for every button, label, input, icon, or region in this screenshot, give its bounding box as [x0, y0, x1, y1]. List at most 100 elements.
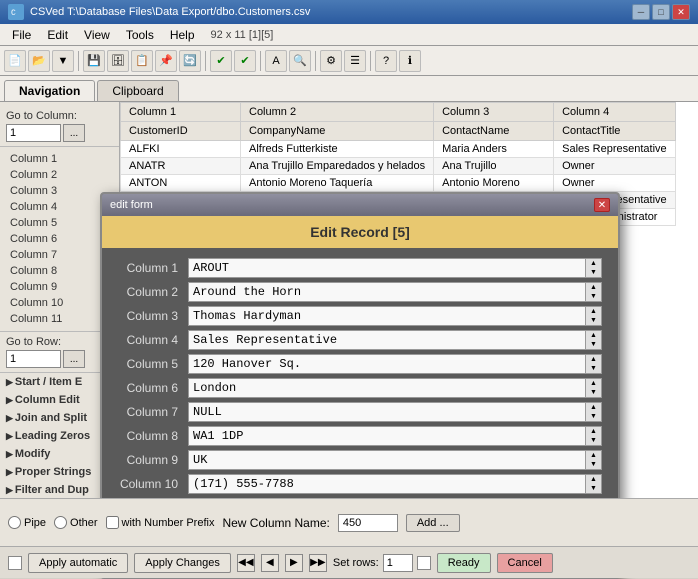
cell-1-4: Sales Representative — [554, 141, 676, 158]
menu-edit[interactable]: Edit — [39, 26, 76, 44]
edit-spin-9[interactable]: ▲▼ — [586, 450, 602, 470]
goto-column-input-row: ... — [6, 124, 113, 142]
window-title: CSVed T:\Database Files\Data Export/dbo.… — [30, 6, 632, 18]
help-button[interactable]: ? — [375, 50, 397, 72]
edit-input-wrap-2: ▲▼ — [188, 282, 602, 302]
status-nav-first[interactable]: ◀◀ — [237, 554, 255, 572]
save2-button[interactable]: 🗄 — [107, 50, 129, 72]
edit-spin-6[interactable]: ▲▼ — [586, 378, 602, 398]
goto-column-input[interactable] — [6, 124, 61, 142]
edit-spin-2[interactable]: ▲▼ — [586, 282, 602, 302]
row-header-2: CompanyName — [241, 122, 434, 141]
edit-spin-7[interactable]: ▲▼ — [586, 402, 602, 422]
edit-label-10: Column 10 — [118, 477, 188, 491]
new-column-name-label: New Column Name: — [222, 516, 329, 530]
status-ready-button[interactable]: Ready — [437, 553, 491, 573]
edit-spin-10[interactable]: ▲▼ — [586, 474, 602, 494]
goto-row-input-row: ... — [6, 350, 113, 368]
status-set-rows-checkbox[interactable] — [417, 556, 431, 570]
tab-navigation[interactable]: Navigation — [4, 80, 95, 101]
status-nav-last[interactable]: ▶▶ — [309, 554, 327, 572]
list-button[interactable]: ☰ — [344, 50, 366, 72]
search-button[interactable]: 🔍 — [289, 50, 311, 72]
row-header-1: CustomerID — [121, 122, 241, 141]
copy-button[interactable]: 📋 — [131, 50, 153, 72]
menu-view[interactable]: View — [76, 26, 118, 44]
minimize-button[interactable]: ─ — [632, 4, 650, 20]
new-button[interactable]: 📄 — [4, 50, 26, 72]
col-header-3[interactable]: Column 3 — [434, 103, 554, 122]
edit-input-2[interactable] — [188, 282, 586, 302]
edit-input-6[interactable] — [188, 378, 586, 398]
edit-spin-5[interactable]: ▲▼ — [586, 354, 602, 374]
check-button[interactable]: ✔ — [210, 50, 232, 72]
column-list-item-2[interactable]: Column 2 — [0, 167, 119, 183]
menu-file[interactable]: File — [4, 26, 39, 44]
menu-help[interactable]: Help — [162, 26, 203, 44]
row-header-4: ContactTitle — [554, 122, 676, 141]
edit-input-9[interactable] — [188, 450, 586, 470]
pipe-radio[interactable] — [8, 516, 21, 529]
other-label: Other — [70, 517, 98, 529]
status-nav-next[interactable]: ▶ — [285, 554, 303, 572]
status-apply-changes-button[interactable]: Apply Changes — [134, 553, 231, 573]
close-button[interactable]: ✕ — [672, 4, 690, 20]
goto-column-button[interactable]: ... — [63, 124, 85, 142]
section-col-edit-label: Column Edit — [15, 394, 80, 406]
edit-label-2: Column 2 — [118, 285, 188, 299]
goto-row-button[interactable]: ... — [63, 350, 85, 368]
status-cancel-button[interactable]: Cancel — [497, 553, 553, 573]
status-set-rows-input[interactable] — [383, 554, 413, 572]
format-button[interactable]: A — [265, 50, 287, 72]
edit-input-7[interactable] — [188, 402, 586, 422]
edit-input-8[interactable] — [188, 426, 586, 446]
col-header-4[interactable]: Column 4 — [554, 103, 676, 122]
status-set-rows-label: Set rows: — [333, 557, 379, 569]
maximize-button[interactable]: □ — [652, 4, 670, 20]
edit-input-5[interactable] — [188, 354, 586, 374]
menu-tools[interactable]: Tools — [118, 26, 162, 44]
edit-label-3: Column 3 — [118, 309, 188, 323]
column-list-item-1[interactable]: Column 1 — [0, 151, 119, 167]
other-radio[interactable] — [54, 516, 67, 529]
edit-label-9: Column 9 — [118, 453, 188, 467]
main-area: Go to Column: ... Column 1 Column 2 Colu… — [0, 102, 698, 522]
edit-spin-3[interactable]: ▲▼ — [586, 306, 602, 326]
info-button[interactable]: ℹ — [399, 50, 421, 72]
goto-row-input[interactable] — [6, 350, 61, 368]
section-start-label: Start / Item E — [15, 376, 82, 388]
edit-spin-8[interactable]: ▲▼ — [586, 426, 602, 446]
edit-input-4[interactable] — [188, 330, 586, 350]
edit-input-10[interactable] — [188, 474, 586, 494]
add-button[interactable]: Add ... — [406, 514, 460, 532]
col-header-1[interactable]: Column 1 — [121, 103, 241, 122]
refresh-button[interactable]: 🔄 — [179, 50, 201, 72]
paste-button[interactable]: 📌 — [155, 50, 177, 72]
cell-1-1: ALFKI — [121, 141, 241, 158]
check2-button[interactable]: ✔ — [234, 50, 256, 72]
new-column-name-input[interactable] — [338, 514, 398, 532]
arrow-proper-strings: ▶ — [6, 467, 13, 478]
edit-field-row-5: Column 5 ▲▼ — [118, 354, 602, 374]
status-nav-prev[interactable]: ◀ — [261, 554, 279, 572]
settings-button[interactable]: ⚙ — [320, 50, 342, 72]
toolbar-sep-5 — [370, 51, 371, 71]
edit-input-wrap-1: ▲▼ — [188, 258, 602, 278]
tab-clipboard[interactable]: Clipboard — [97, 80, 178, 101]
edit-dialog-body: Column 1 ▲▼ Column 2 ▲▼ Column 3 ▲▼ — [102, 248, 618, 532]
edit-input-3[interactable] — [188, 306, 586, 326]
edit-spin-4[interactable]: ▲▼ — [586, 330, 602, 350]
number-prefix-checkbox[interactable] — [106, 516, 119, 529]
edit-spin-1[interactable]: ▲▼ — [586, 258, 602, 278]
open-button[interactable]: 📂 — [28, 50, 50, 72]
edit-input-wrap-7: ▲▼ — [188, 402, 602, 422]
open-dropdown-button[interactable]: ▼ — [52, 50, 74, 72]
edit-input-1[interactable] — [188, 258, 586, 278]
edit-dialog-close-button[interactable]: ✕ — [594, 198, 610, 212]
table-row: ANATR Ana Trujillo Emparedados y helados… — [121, 158, 676, 175]
col-header-2[interactable]: Column 2 — [241, 103, 434, 122]
status-auto-checkbox[interactable] — [8, 556, 22, 570]
arrow-col-edit: ▶ — [6, 395, 13, 406]
save-button[interactable]: 💾 — [83, 50, 105, 72]
status-apply-auto-button[interactable]: Apply automatic — [28, 553, 128, 573]
